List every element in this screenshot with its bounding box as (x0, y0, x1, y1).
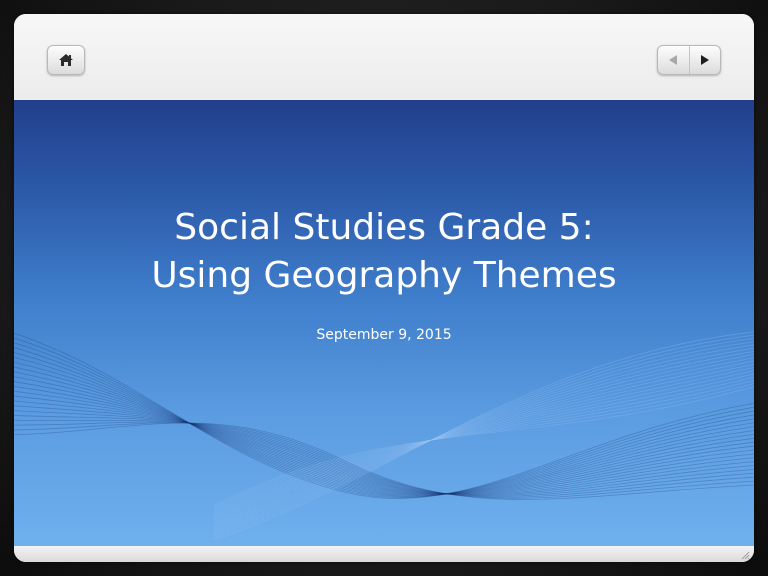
previous-slide-button[interactable] (658, 46, 689, 74)
slide-title-line-2: Using Geography Themes (151, 255, 617, 296)
slide-subtitle-date: September 9, 2015 (316, 327, 452, 343)
slide-pager (657, 45, 721, 75)
resize-grip-icon[interactable] (740, 550, 750, 560)
slide-title-line-1: Social Studies Grade 5: (174, 207, 594, 248)
slide-canvas: Social Studies Grade 5: Using Geography … (14, 100, 754, 546)
slide-title: Social Studies Grade 5: Using Geography … (14, 204, 754, 300)
wave-lines-background (14, 331, 754, 541)
triangle-left-icon (669, 55, 678, 65)
next-slide-button[interactable] (688, 46, 721, 74)
presentation-window: Social Studies Grade 5: Using Geography … (14, 14, 754, 562)
home-button[interactable] (47, 45, 85, 75)
status-footer (14, 546, 754, 562)
home-icon (59, 54, 73, 66)
triangle-right-icon (700, 55, 709, 65)
toolbar (14, 14, 754, 100)
